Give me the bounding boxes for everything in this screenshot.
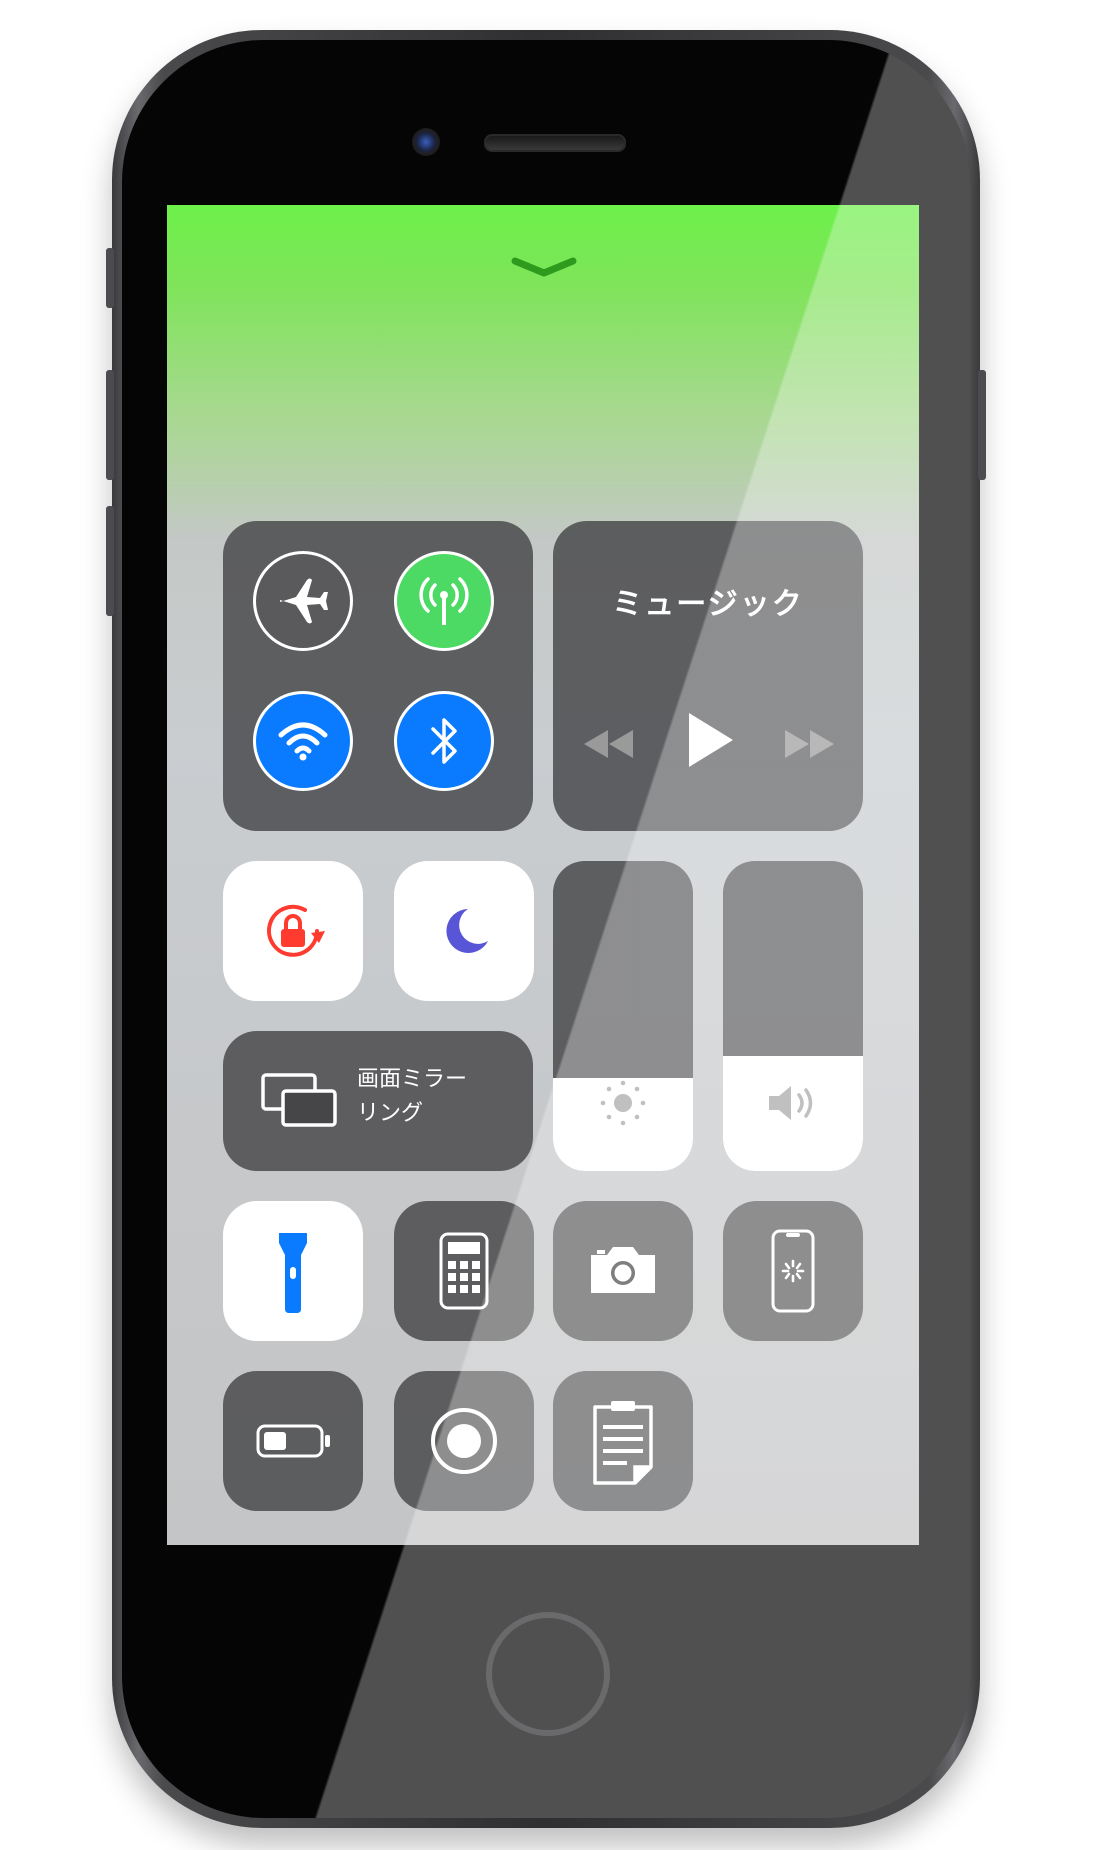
volume-up-button xyxy=(106,370,114,480)
record-icon xyxy=(431,1408,497,1474)
moon-icon xyxy=(446,909,488,953)
music-panel[interactable]: ミュージック xyxy=(553,521,863,831)
power-button xyxy=(978,370,986,480)
play-icon[interactable] xyxy=(683,709,737,771)
screen-mirroring-button[interactable]: 画面ミラー リング xyxy=(223,1031,533,1171)
cellular-antenna-icon xyxy=(419,577,469,625)
screen-record-button[interactable] xyxy=(394,1371,534,1511)
volume-down-button xyxy=(106,506,114,616)
flashlight-icon xyxy=(279,1233,307,1313)
rotation-lock-icon xyxy=(267,904,325,957)
bluetooth-icon xyxy=(431,718,457,764)
low-power-mode-button[interactable] xyxy=(223,1371,363,1511)
wifi-icon xyxy=(278,722,328,761)
home-button[interactable] xyxy=(486,1612,610,1736)
do-not-disturb-button[interactable] xyxy=(394,861,534,1001)
iphone-device: ミュージック 画面ミラー リング xyxy=(106,30,986,1828)
screen-mirroring-icon xyxy=(261,1073,337,1127)
airplane-icon xyxy=(280,578,328,624)
camera-icon xyxy=(591,1247,655,1293)
flashlight-button[interactable] xyxy=(223,1201,363,1341)
screen-mirroring-label-line1: 画面ミラー xyxy=(357,1067,468,1092)
chevron-down-icon[interactable] xyxy=(509,253,579,279)
battery-icon xyxy=(256,1424,330,1458)
volume-slider[interactable] xyxy=(723,861,863,1171)
airplane-mode-toggle[interactable] xyxy=(253,551,353,651)
phone-loading-icon xyxy=(771,1229,815,1313)
camera-button[interactable] xyxy=(553,1201,693,1341)
rotation-lock-button[interactable] xyxy=(223,861,363,1001)
sun-icon xyxy=(600,1080,646,1126)
speaker-icon xyxy=(769,1086,813,1120)
rewind-icon[interactable] xyxy=(581,726,637,762)
music-title: ミュージック xyxy=(612,587,804,622)
fast-forward-icon[interactable] xyxy=(781,726,837,762)
phone-status-button[interactable] xyxy=(723,1201,863,1341)
calculator-button[interactable] xyxy=(394,1201,534,1341)
screen-mirroring-label: 画面ミラー リング xyxy=(357,1063,497,1131)
cellular-data-toggle[interactable] xyxy=(394,551,494,651)
notes-icon xyxy=(593,1401,653,1485)
notes-button[interactable] xyxy=(553,1371,693,1511)
earpiece-speaker xyxy=(484,134,626,152)
front-camera xyxy=(412,128,440,156)
bluetooth-toggle[interactable] xyxy=(394,691,494,791)
calculator-icon xyxy=(439,1232,489,1310)
connectivity-panel xyxy=(223,521,533,831)
silent-switch xyxy=(106,248,114,308)
control-center-screen: ミュージック 画面ミラー リング xyxy=(167,205,919,1545)
screen-mirroring-label-line2: リング xyxy=(357,1101,424,1126)
wifi-toggle[interactable] xyxy=(253,691,353,791)
phone-bezel: ミュージック 画面ミラー リング xyxy=(122,40,970,1818)
brightness-slider[interactable] xyxy=(553,861,693,1171)
